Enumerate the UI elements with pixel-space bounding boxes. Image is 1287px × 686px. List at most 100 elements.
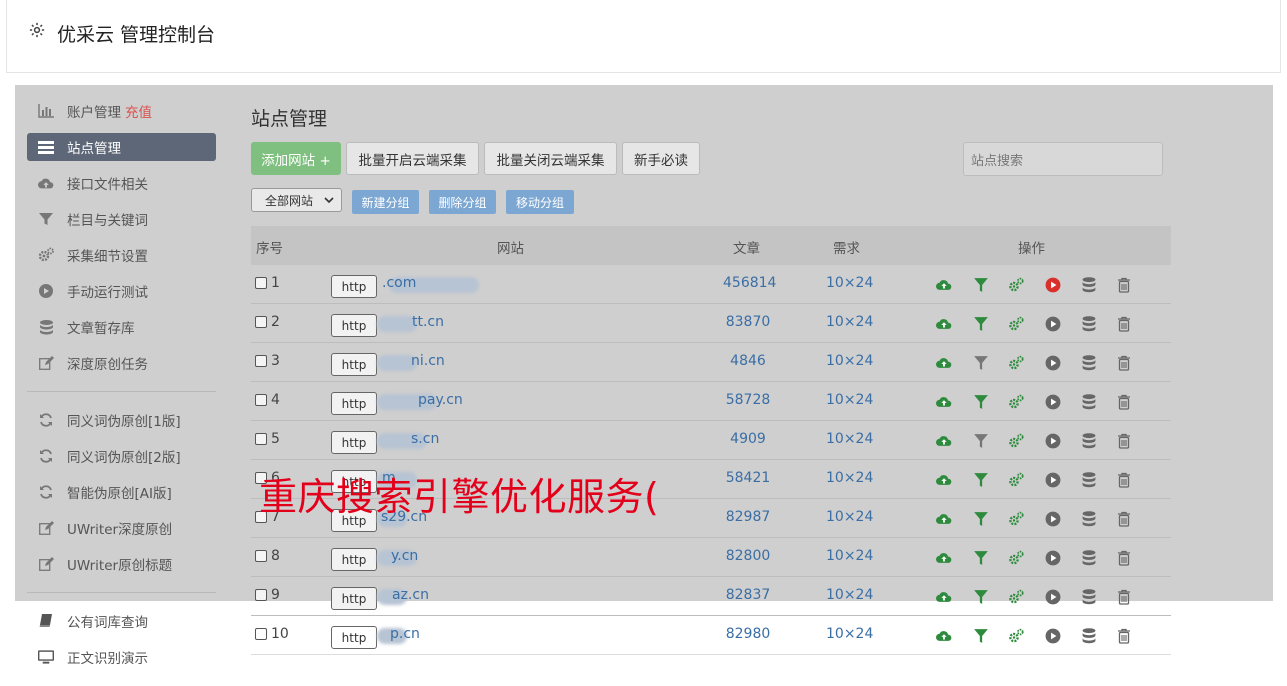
gears-icon[interactable] — [1008, 511, 1024, 527]
site-link[interactable]: ni.cn — [411, 353, 445, 369]
row-checkbox[interactable] — [255, 355, 267, 367]
gears-icon[interactable] — [1008, 355, 1024, 371]
trash-icon[interactable] — [1116, 589, 1132, 605]
cloud-upload-icon[interactable] — [936, 433, 952, 449]
database-icon[interactable] — [1081, 511, 1097, 527]
site-link[interactable]: s.cn — [411, 431, 439, 447]
sidebar-item-deep-original[interactable]: 深度原创任务 — [27, 349, 216, 377]
play-icon[interactable] — [1045, 472, 1061, 488]
gears-icon[interactable] — [1008, 433, 1024, 449]
filter-icon[interactable] — [973, 316, 989, 332]
row-checkbox[interactable] — [255, 433, 267, 445]
article-count[interactable]: 83870 — [723, 314, 773, 330]
sidebar-item-interface-files[interactable]: 接口文件相关 — [27, 169, 216, 197]
protocol-badge[interactable]: http — [331, 392, 377, 415]
filter-icon[interactable] — [973, 550, 989, 566]
cloud-upload-icon[interactable] — [936, 589, 952, 605]
add-site-button[interactable]: 添加网站 + — [251, 142, 341, 175]
site-search-input[interactable]: 站点搜索 — [963, 142, 1163, 176]
row-checkbox[interactable] — [255, 550, 267, 562]
row-checkbox[interactable] — [255, 277, 267, 289]
database-icon[interactable] — [1081, 355, 1097, 371]
filter-icon[interactable] — [973, 394, 989, 410]
trash-icon[interactable] — [1116, 355, 1132, 371]
play-icon[interactable] — [1045, 316, 1061, 332]
sidebar-item-uwriter-deep[interactable]: UWriter深度原创 — [27, 514, 216, 542]
article-count[interactable]: 456814 — [723, 275, 776, 291]
batch-open-cloud-button[interactable]: 批量开启云端采集 — [346, 142, 479, 175]
gears-icon[interactable] — [1008, 550, 1024, 566]
database-icon[interactable] — [1081, 277, 1097, 293]
filter-icon[interactable] — [973, 277, 989, 293]
cloud-upload-icon[interactable] — [936, 628, 952, 644]
batch-close-cloud-button[interactable]: 批量关闭云端采集 — [484, 142, 617, 175]
trash-icon[interactable] — [1116, 316, 1132, 332]
database-icon[interactable] — [1081, 433, 1097, 449]
demand-value[interactable]: 10×24 — [826, 431, 873, 447]
trash-icon[interactable] — [1116, 277, 1132, 293]
play-icon[interactable] — [1045, 511, 1061, 527]
gears-icon[interactable] — [1008, 472, 1024, 488]
database-icon[interactable] — [1081, 394, 1097, 410]
filter-icon[interactable] — [973, 472, 989, 488]
site-link[interactable]: az.cn — [392, 587, 429, 603]
demand-value[interactable]: 10×24 — [826, 392, 873, 408]
sidebar-item-text-recognition[interactable]: 正文识别演示 — [27, 643, 216, 671]
sidebar-item-article-store[interactable]: 文章暂存库 — [27, 313, 216, 341]
cloud-upload-icon[interactable] — [936, 277, 952, 293]
demand-value[interactable]: 10×24 — [826, 626, 873, 642]
protocol-badge[interactable]: http — [331, 587, 377, 610]
database-icon[interactable] — [1081, 589, 1097, 605]
demand-value[interactable]: 10×24 — [826, 314, 873, 330]
database-icon[interactable] — [1081, 472, 1097, 488]
site-link[interactable]: .com — [382, 275, 416, 291]
group-select[interactable]: 全部网站 — [251, 188, 342, 212]
play-icon[interactable] — [1045, 394, 1061, 410]
demand-value[interactable]: 10×24 — [826, 548, 873, 564]
protocol-badge[interactable]: http — [331, 353, 377, 376]
delete-group-button[interactable]: 删除分组 — [429, 190, 496, 214]
cloud-upload-icon[interactable] — [936, 355, 952, 371]
protocol-badge[interactable]: http — [331, 548, 377, 571]
demand-value[interactable]: 10×24 — [826, 470, 873, 486]
row-checkbox[interactable] — [255, 589, 267, 601]
sidebar-item-account[interactable]: 账户管理 充值 — [27, 97, 216, 125]
cloud-upload-icon[interactable] — [936, 394, 952, 410]
filter-icon[interactable] — [973, 589, 989, 605]
play-icon[interactable] — [1045, 550, 1061, 566]
sidebar-item-columns-keywords[interactable]: 栏目与关键词 — [27, 205, 216, 233]
sidebar-item-synonym-v2[interactable]: 同义词伪原创[2版] — [27, 442, 216, 470]
protocol-badge[interactable]: http — [331, 314, 377, 337]
sidebar-item-synonym-v1[interactable]: 同义词伪原创[1版] — [27, 406, 216, 434]
database-icon[interactable] — [1081, 628, 1097, 644]
cloud-upload-icon[interactable] — [936, 472, 952, 488]
gears-icon[interactable] — [1008, 394, 1024, 410]
new-group-button[interactable]: 新建分组 — [352, 190, 419, 214]
article-count[interactable]: 4846 — [723, 353, 773, 369]
play-icon[interactable] — [1045, 433, 1061, 449]
protocol-badge[interactable]: http — [331, 275, 377, 298]
gears-icon[interactable] — [1008, 628, 1024, 644]
demand-value[interactable]: 10×24 — [826, 275, 873, 291]
demand-value[interactable]: 10×24 — [826, 353, 873, 369]
cloud-upload-icon[interactable] — [936, 316, 952, 332]
filter-icon[interactable] — [973, 628, 989, 644]
filter-icon[interactable] — [973, 433, 989, 449]
protocol-badge[interactable]: http — [331, 626, 377, 649]
demand-value[interactable]: 10×24 — [826, 587, 873, 603]
site-link[interactable]: p.cn — [390, 626, 420, 642]
site-link[interactable]: y.cn — [391, 548, 418, 564]
gears-icon[interactable] — [1008, 277, 1024, 293]
recharge-link[interactable]: 充值 — [125, 101, 152, 121]
gears-icon[interactable] — [1008, 316, 1024, 332]
sidebar-item-uwriter-title[interactable]: UWriter原创标题 — [27, 550, 216, 578]
filter-icon[interactable] — [973, 511, 989, 527]
row-checkbox[interactable] — [255, 394, 267, 406]
sidebar-item-public-lexicon[interactable]: 公有词库查询 — [27, 607, 216, 635]
sidebar-item-ai-rewrite[interactable]: 智能伪原创[AI版] — [27, 478, 216, 506]
trash-icon[interactable] — [1116, 472, 1132, 488]
article-count[interactable]: 4909 — [723, 431, 773, 447]
article-count[interactable]: 82800 — [723, 548, 773, 564]
row-checkbox[interactable] — [255, 628, 267, 640]
database-icon[interactable] — [1081, 550, 1097, 566]
